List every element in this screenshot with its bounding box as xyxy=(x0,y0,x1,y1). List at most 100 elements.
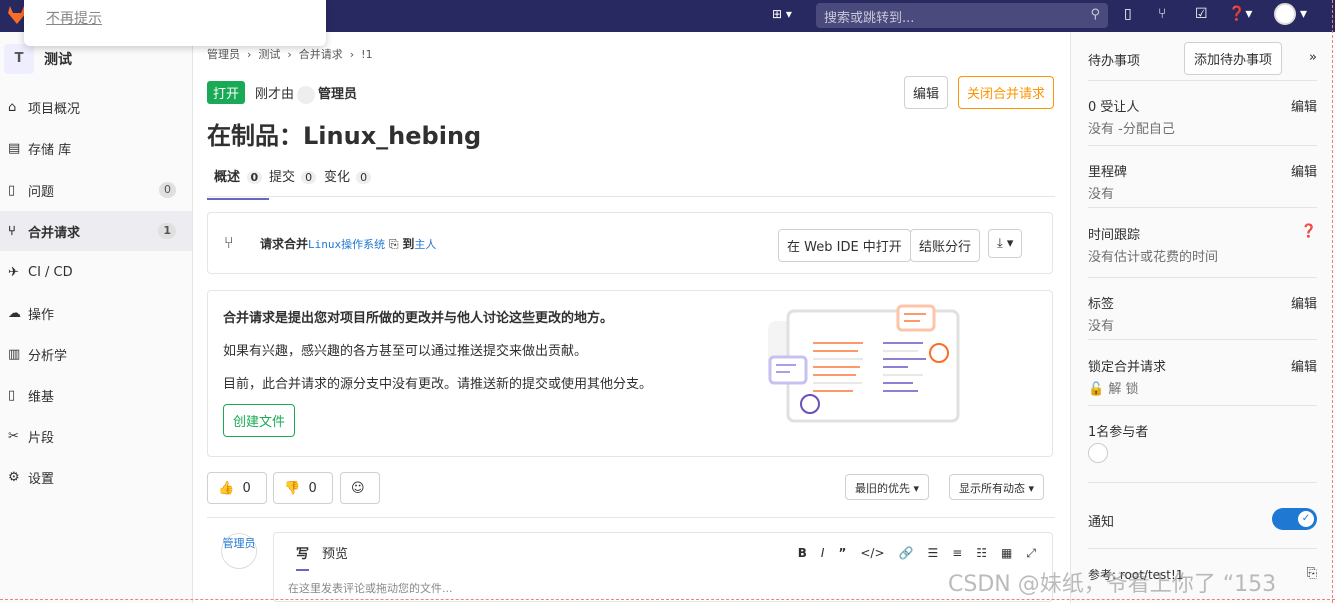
merge-request-icon: ⑂ xyxy=(224,233,234,252)
avatar: 管理员 xyxy=(221,533,257,569)
divider xyxy=(1332,0,1333,603)
bold-icon[interactable]: B xyxy=(798,546,807,561)
add-reaction-button[interactable]: ☺ xyxy=(340,472,380,504)
dont-show-again-link[interactable]: 不再提示 xyxy=(46,8,102,28)
time-tracking-section: 时间跟踪 ❓ 没有估计或花费的时间 xyxy=(1088,224,1317,278)
tab-commits[interactable]: 提交 0 xyxy=(269,166,317,185)
open-web-ide-button[interactable]: 在 Web IDE 中打开 xyxy=(778,229,911,262)
sidebar-item-repository[interactable]: ▤ 存储 库 xyxy=(0,128,192,168)
right-sidebar: 待办事项 » 添加待办事项 0 受让人 编辑 没有 -分配自己 里程碑 编辑 没… xyxy=(1070,32,1335,603)
rocket-icon: ✈ xyxy=(8,264,19,280)
breadcrumb-admin[interactable]: 管理员 xyxy=(207,48,240,61)
search-icon: ⚲ xyxy=(1090,7,1100,22)
project-avatar: T xyxy=(4,44,34,74)
notifications-toggle[interactable]: ✓ xyxy=(1272,508,1317,530)
sidebar-item-operations[interactable]: ☁ 操作 xyxy=(0,293,192,333)
sort-order-dropdown[interactable]: 最旧的优先 ▾ xyxy=(845,474,930,500)
home-icon: ⌂ xyxy=(8,99,17,115)
close-mr-button[interactable]: 关闭合并请求 xyxy=(958,76,1055,109)
info-paragraph: 如果有兴趣，感兴趣的各方甚至可以通过推送提交来做出贡献。 xyxy=(223,344,588,359)
download-dropdown[interactable]: ⤓ ▾ xyxy=(988,229,1023,258)
sidebar-item-settings[interactable]: ⚙ 设置 xyxy=(0,457,192,497)
thumbs-up-button[interactable]: 👍 0 xyxy=(207,472,267,504)
assignee-section: 0 受让人 编辑 没有 -分配自己 xyxy=(1088,96,1317,146)
info-heading: 合并请求是提出您对项目所做的更改并与他人讨论这些更改的地方。 xyxy=(223,311,614,326)
assignee-edit-link[interactable]: 编辑 xyxy=(1291,96,1317,115)
checkout-branch-button[interactable]: 结账分行 xyxy=(910,229,981,262)
divider xyxy=(0,599,1335,600)
merge-requests-count: 1 xyxy=(158,223,176,239)
comment-editor: 写 预览 B I ” </> 🔗 ☰ ≡ ☷ ▦ ⤢ 在这里发表评论或拖动您的文… xyxy=(273,532,1053,602)
link-icon[interactable]: 🔗 xyxy=(899,546,914,561)
source-branch[interactable]: Linux操作系统 xyxy=(308,238,385,251)
breadcrumb-mr-id[interactable]: !1 xyxy=(361,48,372,61)
numbered-list-icon[interactable]: ≡ xyxy=(952,546,962,561)
merge-request-icon[interactable]: ⑂ xyxy=(1158,6,1166,22)
help-icon[interactable]: ❓▾ xyxy=(1228,6,1252,22)
target-branch[interactable]: 主人 xyxy=(414,238,436,251)
milestone-section: 里程碑 编辑 没有 xyxy=(1088,161,1317,208)
watermark-text: CSDN @妹纸，爷看上你了 “153 xyxy=(948,572,1277,597)
chevron-down-icon[interactable]: ▾ xyxy=(1300,6,1307,22)
copy-icon[interactable]: ⎘ xyxy=(1307,566,1317,581)
tab-preview[interactable]: 预览 xyxy=(322,543,348,562)
bullet-list-icon[interactable]: ☰ xyxy=(927,546,938,561)
breadcrumb-project[interactable]: 测试 xyxy=(258,48,280,61)
sidebar-item-merge-requests[interactable]: ⑂ 合并请求 1 xyxy=(0,211,192,251)
help-icon[interactable]: ❓ xyxy=(1301,224,1317,239)
cloud-icon: ☁ xyxy=(8,305,21,321)
create-file-button[interactable]: 创建文件 xyxy=(223,404,296,437)
editor-toolbar: B I ” </> 🔗 ☰ ≡ ☷ ▦ ⤢ xyxy=(798,546,1036,561)
info-paragraph: 目前，此合并请求的源分支中没有更改。请推送新的提交或使用其他分支。 xyxy=(223,377,653,392)
tab-overview[interactable]: 概述 0 xyxy=(207,166,270,200)
user-avatar[interactable] xyxy=(1274,3,1296,25)
todo-icon[interactable]: ☑ xyxy=(1195,6,1208,22)
merge-request-icon: ⑂ xyxy=(8,223,16,239)
participants-section: 1名参与者 xyxy=(1088,421,1317,483)
sidebar-item-overview[interactable]: ⌂ 项目概况 xyxy=(0,87,192,127)
task-list-icon[interactable]: ☷ xyxy=(976,546,987,561)
milestone-edit-link[interactable]: 编辑 xyxy=(1291,161,1317,180)
mr-tabs: 概述 0 提交 0 变化 0 xyxy=(207,160,1055,200)
mr-author-line: 刚才由 管理员 xyxy=(255,85,358,104)
sidebar-item-ci-cd[interactable]: ✈ CI / CD xyxy=(0,252,192,292)
code-icon[interactable]: </> xyxy=(860,546,884,561)
author-avatar[interactable] xyxy=(297,85,316,104)
page-title: 在制品：Linux_hebing xyxy=(207,122,482,150)
participant-avatar[interactable] xyxy=(1088,443,1108,463)
author-name[interactable]: 管理员 xyxy=(318,87,357,102)
merge-request-illustration xyxy=(768,304,960,423)
lock-edit-link[interactable]: 编辑 xyxy=(1291,356,1317,375)
unlock-icon: 🔓 xyxy=(1088,382,1105,397)
sidebar-item-analytics[interactable]: ▥ 分析学 xyxy=(0,334,192,374)
activity-filter-dropdown[interactable]: 显示所有动态 ▾ xyxy=(949,474,1045,500)
settings-icon: ⚙ xyxy=(8,469,20,485)
quote-icon[interactable]: ” xyxy=(838,546,846,561)
search-input[interactable]: 搜索或跳转到... ⚲ xyxy=(816,3,1108,28)
doc-icon: ▤ xyxy=(8,140,21,156)
book-icon: ▯ xyxy=(8,387,16,403)
lock-section: 锁定合并请求 编辑 🔓 解 锁 xyxy=(1088,356,1317,406)
project-header[interactable]: T 测试 xyxy=(4,44,72,74)
add-todo-button[interactable]: 添加待办事项 xyxy=(1184,42,1283,75)
labels-section: 标签 编辑 没有 xyxy=(1088,293,1317,340)
copy-icon[interactable]: ⎘ xyxy=(389,237,399,251)
collapse-sidebar-icon[interactable]: » xyxy=(1309,50,1317,65)
todo-label: 待办事项 xyxy=(1088,54,1141,69)
comment-input[interactable]: 在这里发表评论或拖动您的文件... xyxy=(288,580,453,596)
labels-edit-link[interactable]: 编辑 xyxy=(1291,293,1317,312)
tab-write[interactable]: 写 xyxy=(296,543,310,571)
sidebar-item-issues[interactable]: ▯ 问题 0 xyxy=(0,170,192,210)
assign-yourself-link[interactable]: 没有 -分配自己 xyxy=(1088,118,1175,137)
table-icon[interactable]: ▦ xyxy=(1001,546,1012,561)
sidebar-item-wiki[interactable]: ▯ 维基 xyxy=(0,375,192,415)
fullscreen-icon[interactable]: ⤢ xyxy=(1026,546,1036,561)
sidebar-item-snippets[interactable]: ✂ 片段 xyxy=(0,416,192,456)
issues-icon[interactable]: ▯ xyxy=(1124,6,1132,22)
thumbs-down-button[interactable]: 👎 0 xyxy=(273,472,333,504)
italic-icon[interactable]: I xyxy=(821,546,825,561)
edit-button[interactable]: 编辑 xyxy=(904,76,949,109)
tab-changes[interactable]: 变化 0 xyxy=(324,166,372,185)
breadcrumb-merge-requests[interactable]: 合并请求 xyxy=(299,48,343,61)
new-menu-icon[interactable]: ⊞ ▾ xyxy=(772,7,792,21)
